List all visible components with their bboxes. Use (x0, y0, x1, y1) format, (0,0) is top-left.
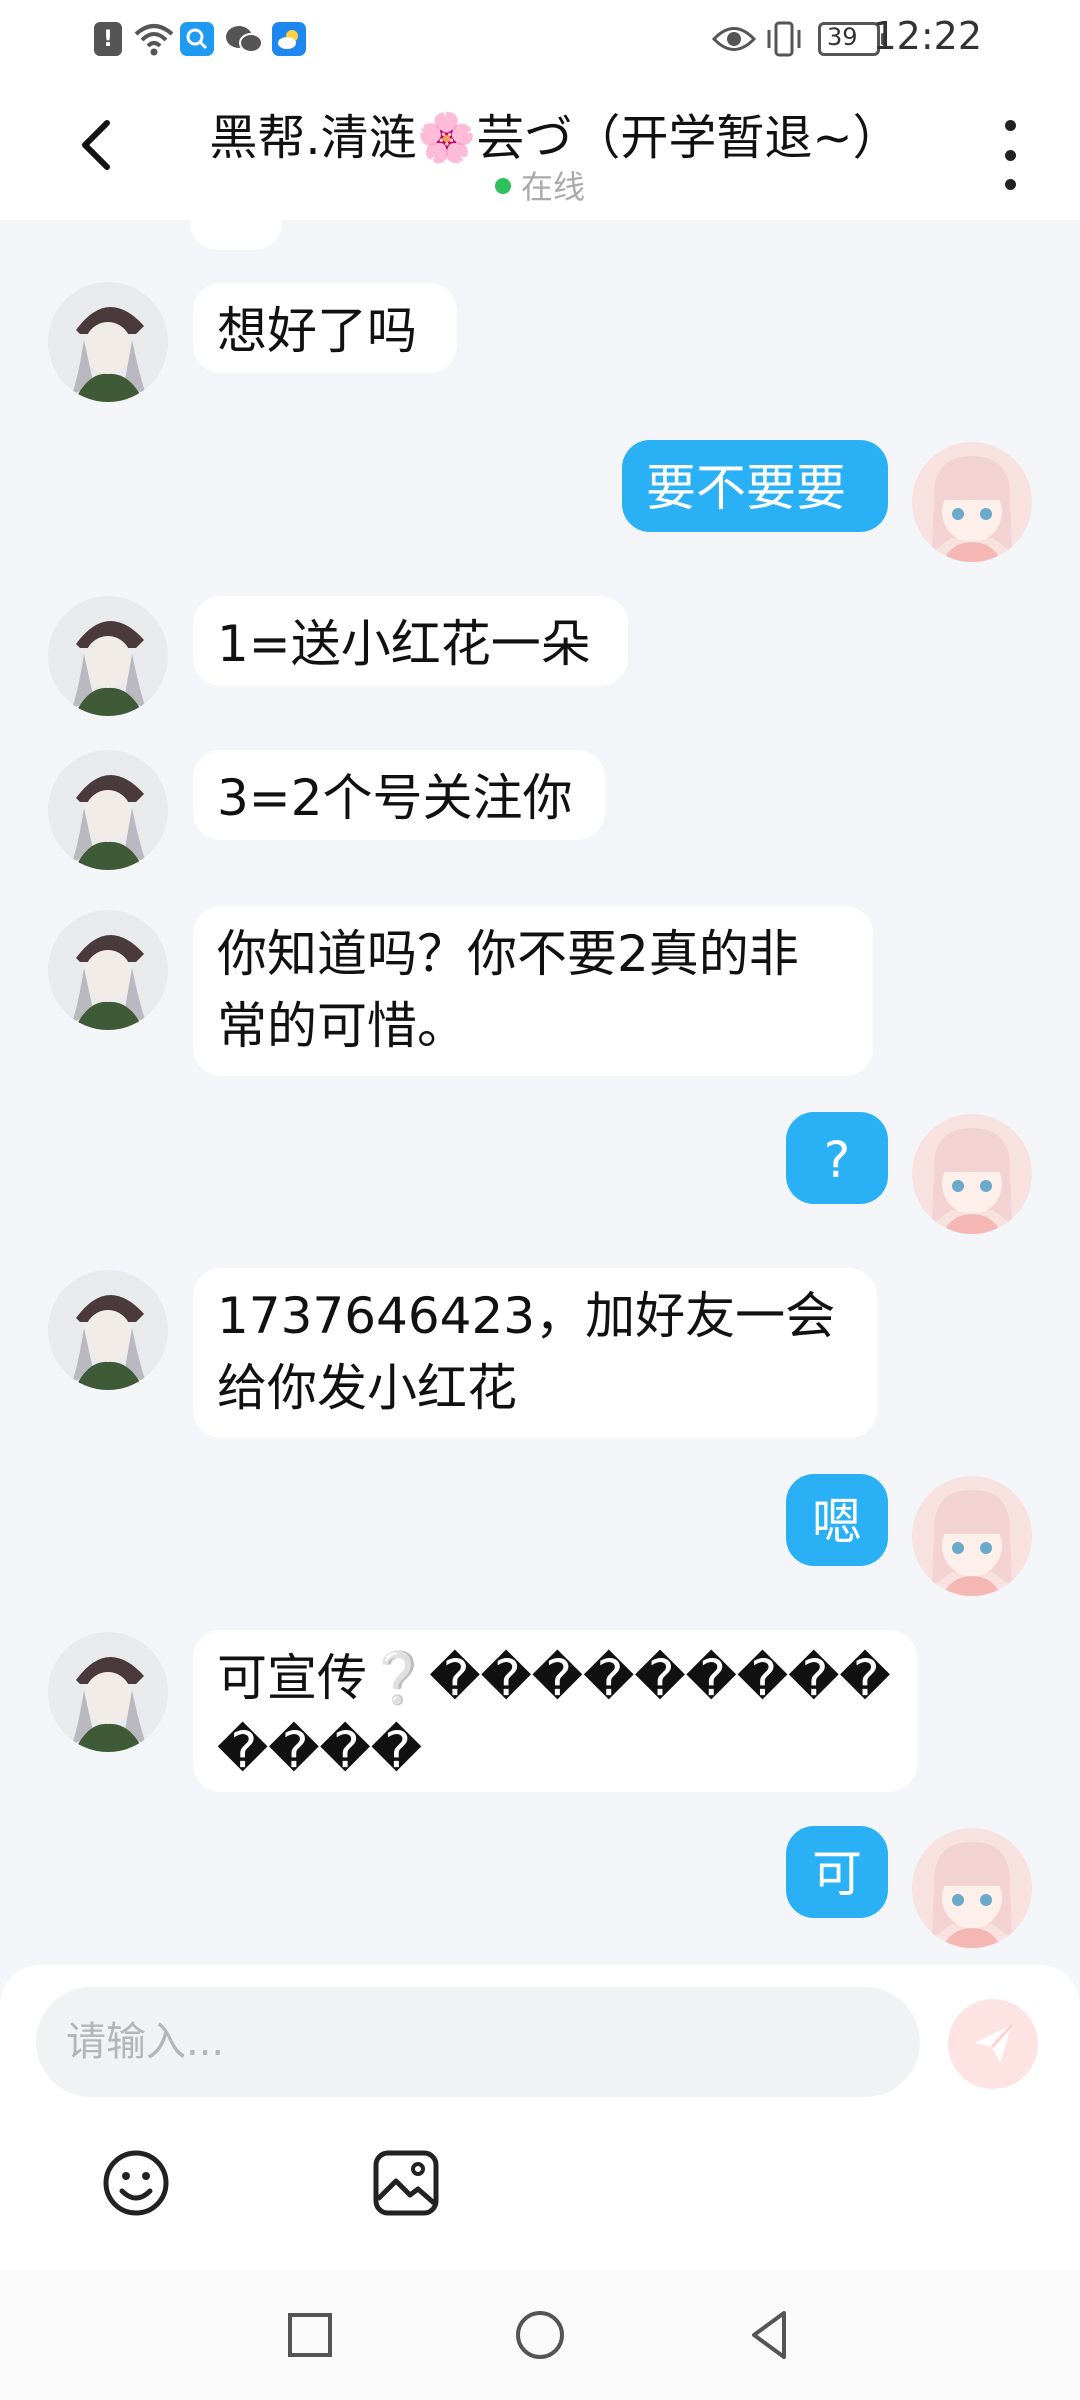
incoming-message[interactable]: 1737646423，加好友一会 给你发小红花 (193, 1268, 877, 1438)
outgoing-message[interactable]: 嗯 (786, 1474, 888, 1566)
my-avatar[interactable] (912, 1476, 1032, 1596)
emoji-icon (103, 2150, 169, 2216)
vibrate-icon (767, 21, 801, 57)
eye-icon (712, 27, 756, 51)
status-bar: ! 39 12:22 (0, 0, 1080, 80)
message-list[interactable]: 想好了吗 要不要要 1=送小红花一朵 3=2个号关注你 你知道吗？你不要2真的非… (0, 220, 1080, 1965)
contact-avatar[interactable] (48, 282, 168, 402)
battery-level: 39 (827, 23, 858, 51)
presence-status: 在线 (0, 162, 1080, 208)
wifi-icon (134, 24, 174, 56)
incoming-message[interactable]: 1=送小红花一朵 (193, 596, 628, 686)
contact-avatar[interactable] (48, 1632, 168, 1752)
my-avatar[interactable] (912, 1828, 1032, 1948)
home-button[interactable] (510, 2305, 570, 2365)
more-dot-icon (1004, 149, 1016, 161)
composer-panel (0, 1965, 1080, 2270)
message-line: 你知道吗？你不要2真的非 (217, 925, 799, 983)
my-avatar[interactable] (912, 442, 1032, 562)
incoming-message[interactable]: 想好了吗 (193, 283, 457, 373)
clock: 12:22 (872, 14, 982, 58)
message-input[interactable] (36, 1987, 920, 2097)
message-text: 可 (812, 1845, 862, 1903)
send-icon (974, 2023, 1014, 2063)
message-line: 给你发小红花 (217, 1359, 517, 1417)
incoming-message[interactable]: 可宣传❔��������� ���� (193, 1630, 917, 1792)
contact-avatar[interactable] (48, 1270, 168, 1390)
presence-label: 在线 (520, 168, 585, 206)
back-nav-button[interactable] (740, 2305, 800, 2365)
message-line: 1737646423，加好友一会 (217, 1287, 836, 1345)
search-app-icon (180, 22, 214, 56)
system-nav-bar (0, 2270, 1080, 2400)
alert-icon: ! (94, 22, 122, 56)
emoji-button[interactable] (100, 2147, 172, 2219)
message-line: 常的可惜。 (217, 997, 467, 1055)
weather-app-icon (272, 22, 306, 56)
more-options-button[interactable] (990, 120, 1030, 190)
chat-header: 黑帮.清涟🌸芸づ（开学暂退~） 在线 (0, 80, 1080, 220)
incoming-message[interactable]: 你知道吗？你不要2真的非 常的可惜。 (193, 906, 873, 1076)
incoming-message[interactable]: 3=2个号关注你 (193, 750, 605, 840)
message-text: 想好了吗 (217, 302, 417, 360)
message-line: 可宣传❔��������� (217, 1649, 891, 1707)
more-dot-icon (1004, 120, 1016, 131)
message-line: ���� (217, 1721, 423, 1779)
more-dot-icon (1004, 179, 1016, 190)
message-text: 3=2个号关注你 (217, 769, 573, 827)
outgoing-message[interactable]: 要不要要 (622, 440, 888, 532)
message-text: 1=送小红花一朵 (217, 615, 591, 673)
wechat-icon (224, 24, 264, 56)
image-button[interactable] (370, 2147, 442, 2219)
contact-avatar[interactable] (48, 596, 168, 716)
online-dot-icon (494, 178, 511, 194)
recents-button[interactable] (280, 2305, 340, 2365)
message-bubble-partial (190, 220, 282, 250)
battery-icon: 39 (818, 22, 886, 56)
chat-title: 黑帮.清涟🌸芸づ（开学暂退~） (209, 110, 901, 166)
contact-avatar[interactable] (48, 910, 168, 1030)
outgoing-message[interactable]: ? (786, 1112, 888, 1204)
send-button[interactable] (948, 1999, 1038, 2089)
my-avatar[interactable] (912, 1114, 1032, 1234)
outgoing-message[interactable]: 可 (786, 1826, 888, 1918)
message-text: 嗯 (812, 1493, 862, 1551)
message-text: ? (823, 1131, 851, 1189)
image-icon (373, 2150, 439, 2216)
message-text: 要不要要 (646, 459, 846, 517)
contact-avatar[interactable] (48, 750, 168, 870)
